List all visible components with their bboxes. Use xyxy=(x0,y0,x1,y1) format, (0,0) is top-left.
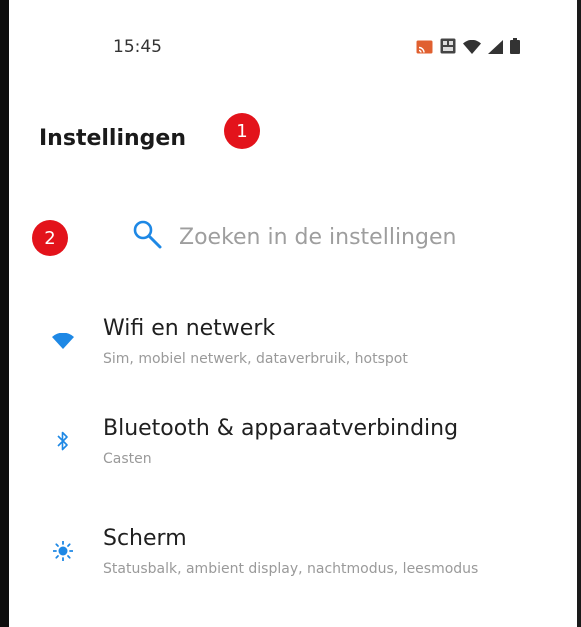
annotation-marker-1: 1 xyxy=(224,113,260,149)
cast-icon xyxy=(416,39,433,58)
search-icon xyxy=(131,218,165,256)
wifi-icon xyxy=(463,39,481,58)
annotation-marker-2: 2 xyxy=(32,220,68,256)
signal-icon xyxy=(488,39,503,58)
brightness-icon xyxy=(48,536,78,566)
settings-item-wifi[interactable]: Wifi en netwerk Sim, mobiel netwerk, dat… xyxy=(0,310,577,388)
page-title: Instellingen xyxy=(39,126,186,151)
battery-icon xyxy=(510,38,520,58)
settings-item-bluetooth[interactable]: Bluetooth & apparaatverbinding Casten xyxy=(0,410,577,488)
settings-item-subtitle: Statusbalk, ambient display, nachtmodus,… xyxy=(103,561,479,577)
status-icons xyxy=(416,38,520,58)
settings-item-subtitle: Sim, mobiel netwerk, dataverbruik, hotsp… xyxy=(103,351,408,367)
search-placeholder: Zoeken in de instellingen xyxy=(179,224,457,250)
settings-item-display[interactable]: Scherm Statusbalk, ambient display, nach… xyxy=(0,520,577,598)
search-field[interactable]: Zoeken in de instellingen xyxy=(131,218,456,256)
bluetooth-icon xyxy=(48,426,78,456)
settings-item-title: Bluetooth & apparaatverbinding xyxy=(103,416,459,441)
wifi-icon xyxy=(48,326,78,356)
settings-item-subtitle: Casten xyxy=(103,451,152,467)
settings-item-title: Scherm xyxy=(103,526,187,551)
volte-icon xyxy=(440,38,456,58)
device-frame-right xyxy=(577,0,581,627)
status-time: 15:45 xyxy=(113,37,162,57)
settings-item-title: Wifi en netwerk xyxy=(103,316,276,341)
